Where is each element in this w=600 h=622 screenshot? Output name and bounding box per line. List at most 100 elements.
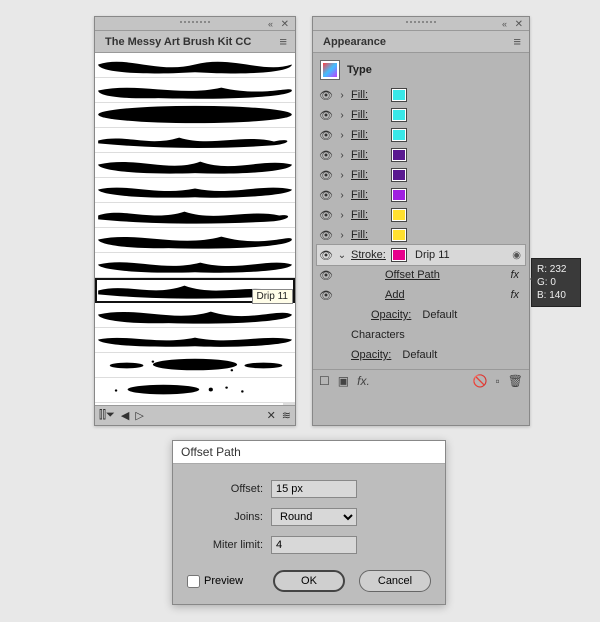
chevron-right-icon[interactable]: › bbox=[337, 150, 347, 161]
brush-item[interactable] bbox=[95, 128, 295, 153]
visibility-icon[interactable]: 👁 bbox=[319, 249, 333, 262]
fill-row[interactable]: 👁›Fill: bbox=[317, 145, 525, 165]
fill-swatch[interactable] bbox=[391, 128, 407, 142]
fill-swatch[interactable] bbox=[391, 188, 407, 202]
brushes-tab[interactable]: The Messy Art Brush Kit CC bbox=[99, 34, 257, 50]
chevron-right-icon[interactable]: › bbox=[337, 90, 347, 101]
brushes-footer: ⫿⫿⏷ ◀ ▷ ✕ ≋ bbox=[95, 405, 295, 425]
brush-item[interactable] bbox=[95, 103, 295, 128]
stroke-swatch[interactable] bbox=[391, 248, 407, 262]
fill-swatch[interactable] bbox=[391, 208, 407, 222]
fill-row[interactable]: 👁›Fill: bbox=[317, 105, 525, 125]
fill-swatch[interactable] bbox=[391, 108, 407, 122]
brushes-panel: « ✕ The Messy Art Brush Kit CC ≡ ▴ ▾ Dri… bbox=[94, 16, 296, 426]
panel-close-icon[interactable]: ✕ bbox=[515, 19, 523, 30]
brush-item[interactable] bbox=[95, 178, 295, 203]
fill-row[interactable]: 👁›Fill: bbox=[317, 185, 525, 205]
panel-titlebar[interactable]: « ✕ bbox=[313, 17, 529, 31]
rgb-r: R: 232 bbox=[537, 263, 575, 276]
fx-icon[interactable]: fx bbox=[510, 269, 523, 281]
appearance-tab[interactable]: Appearance bbox=[317, 34, 392, 50]
rgb-tooltip: R: 232 G: 0 B: 140 bbox=[531, 258, 581, 307]
cancel-button[interactable]: Cancel bbox=[359, 570, 431, 592]
add-effect-row[interactable]: 👁Addfx bbox=[317, 285, 525, 305]
fill-row[interactable]: 👁›Fill: bbox=[317, 205, 525, 225]
ok-button[interactable]: OK bbox=[273, 570, 345, 592]
preview-checkbox[interactable] bbox=[187, 575, 200, 588]
panel-collapse-icon[interactable]: « bbox=[502, 19, 507, 29]
visibility-icon[interactable]: 👁 bbox=[319, 189, 333, 202]
panel-close-icon[interactable]: ✕ bbox=[281, 19, 289, 30]
panel-titlebar[interactable]: « ✕ bbox=[95, 17, 295, 31]
brush-item[interactable] bbox=[95, 78, 295, 103]
visibility-icon[interactable]: 👁 bbox=[319, 109, 333, 122]
panel-menu-icon[interactable]: ≡ bbox=[275, 34, 291, 49]
brush-item[interactable] bbox=[95, 328, 295, 353]
opacity-row[interactable]: Opacity: Default bbox=[317, 345, 525, 365]
delete-icon[interactable]: 🗑 bbox=[508, 374, 523, 388]
fill-row[interactable]: 👁›Fill: bbox=[317, 165, 525, 185]
brush-item[interactable] bbox=[95, 228, 295, 253]
visibility-icon[interactable]: 👁 bbox=[319, 209, 333, 222]
fill-swatch[interactable] bbox=[391, 168, 407, 182]
stroke-value[interactable]: Drip 11 bbox=[415, 249, 450, 261]
panel-collapse-icon[interactable]: « bbox=[268, 19, 273, 29]
add-effect-icon[interactable]: fx. bbox=[357, 374, 370, 388]
brush-item-selected[interactable]: Drip 11 bbox=[95, 278, 295, 303]
brush-tooltip: Drip 11 bbox=[252, 289, 294, 304]
duplicate-icon[interactable]: ▫ bbox=[496, 374, 500, 388]
type-label: Type bbox=[347, 64, 372, 76]
visibility-icon[interactable]: 👁 bbox=[319, 129, 333, 142]
appearance-body: Type 👁›Fill: 👁›Fill: 👁›Fill: 👁›Fill: 👁›F… bbox=[313, 53, 529, 365]
brush-item[interactable] bbox=[95, 303, 295, 328]
next-brush-icon[interactable]: ▷ bbox=[135, 409, 143, 422]
brush-item[interactable] bbox=[95, 253, 295, 278]
fill-swatch[interactable] bbox=[391, 148, 407, 162]
chevron-right-icon[interactable]: › bbox=[337, 190, 347, 201]
fill-swatch[interactable] bbox=[391, 88, 407, 102]
brush-options-icon[interactable]: ≋ bbox=[282, 409, 291, 422]
offset-input[interactable] bbox=[271, 480, 357, 498]
brush-item[interactable] bbox=[95, 378, 295, 403]
prev-brush-icon[interactable]: ◀ bbox=[121, 409, 129, 422]
chevron-right-icon[interactable]: › bbox=[337, 130, 347, 141]
chevron-right-icon[interactable]: › bbox=[337, 210, 347, 221]
brush-item[interactable] bbox=[95, 53, 295, 78]
chevron-right-icon[interactable]: › bbox=[337, 230, 347, 241]
fill-row[interactable]: 👁›Fill: bbox=[317, 125, 525, 145]
fx-icon[interactable]: fx bbox=[510, 289, 523, 301]
miter-label: Miter limit: bbox=[187, 539, 263, 551]
brush-item[interactable] bbox=[95, 203, 295, 228]
brush-item[interactable] bbox=[95, 153, 295, 178]
stroke-row[interactable]: 👁 ⌄ Stroke: Drip 11 ◉ bbox=[317, 245, 525, 265]
visibility-icon[interactable]: 👁 bbox=[319, 269, 333, 282]
clear-icon[interactable]: 🚫 bbox=[473, 374, 488, 388]
characters-row[interactable]: Characters bbox=[317, 325, 525, 345]
rgb-g: G: 0 bbox=[537, 276, 575, 289]
link-icon[interactable]: ◉ bbox=[512, 250, 523, 261]
panel-menu-icon[interactable]: ≡ bbox=[509, 34, 525, 49]
fill-row[interactable]: 👁›Fill: bbox=[317, 225, 525, 245]
miter-input[interactable] bbox=[271, 536, 357, 554]
visibility-icon[interactable]: 👁 bbox=[319, 289, 333, 302]
chevron-right-icon[interactable]: › bbox=[337, 110, 347, 121]
visibility-icon[interactable]: 👁 bbox=[319, 229, 333, 242]
library-icon[interactable]: ⫿⫿⏷ bbox=[99, 409, 115, 422]
fill-row[interactable]: 👁›Fill: bbox=[317, 85, 525, 105]
joins-select[interactable]: Round bbox=[271, 508, 357, 526]
visibility-icon[interactable]: 👁 bbox=[319, 149, 333, 162]
brush-item[interactable] bbox=[95, 353, 295, 378]
fill-swatch[interactable] bbox=[391, 228, 407, 242]
chevron-right-icon[interactable]: › bbox=[337, 170, 347, 181]
visibility-icon[interactable]: 👁 bbox=[319, 89, 333, 102]
appearance-panel: « ✕ Appearance ≡ Type 👁›Fill: 👁›Fill: 👁›… bbox=[312, 16, 530, 426]
offset-path-row[interactable]: 👁Offset Pathfx bbox=[317, 265, 525, 285]
dialog-title: Offset Path bbox=[173, 441, 445, 464]
opacity-row[interactable]: Opacity: Default bbox=[317, 305, 525, 325]
new-fill-icon[interactable]: ☐ bbox=[319, 374, 330, 388]
new-stroke-icon[interactable]: ▣ bbox=[338, 374, 349, 388]
chevron-down-icon[interactable]: ⌄ bbox=[337, 250, 347, 261]
remove-stroke-icon[interactable]: ✕ bbox=[267, 409, 276, 422]
visibility-icon[interactable]: 👁 bbox=[319, 169, 333, 182]
preview-checkbox-label[interactable]: Preview bbox=[187, 575, 243, 588]
